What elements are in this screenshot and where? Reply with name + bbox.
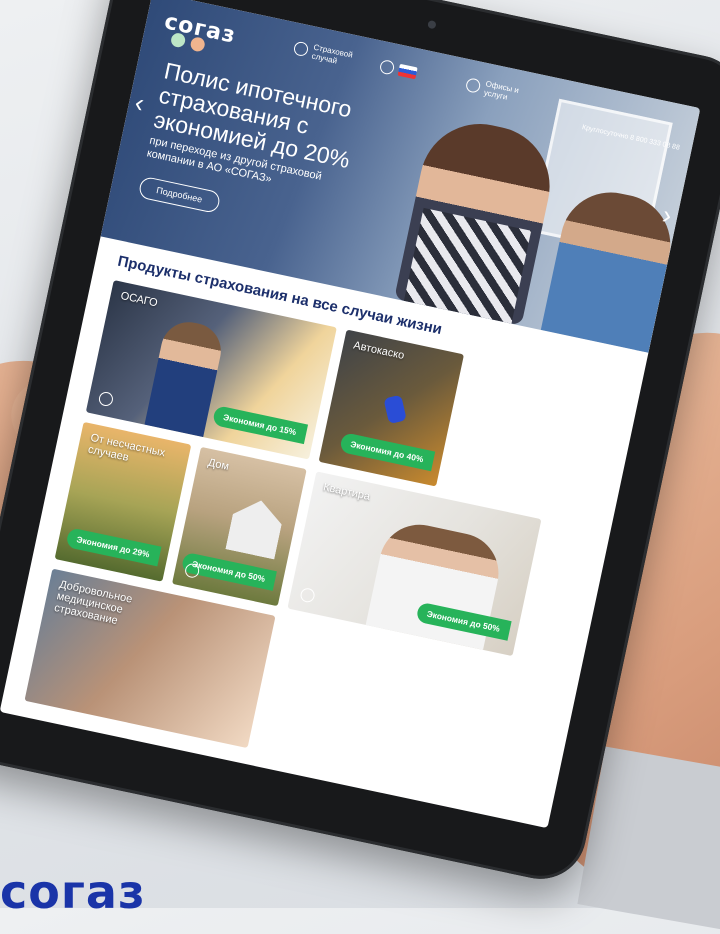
- tile-apartment[interactable]: Квартира Экономия до 50%: [287, 471, 542, 657]
- play-icon[interactable]: [97, 390, 115, 408]
- shield-icon: [292, 40, 310, 58]
- hero-next-arrow[interactable]: ›: [660, 199, 675, 231]
- footer-logo: согаз: [0, 865, 146, 919]
- tile-home[interactable]: Дом Экономия до 50%: [171, 446, 307, 607]
- play-icon[interactable]: [299, 586, 316, 604]
- car-image: [383, 394, 407, 425]
- tile-label: Автокаско: [352, 339, 406, 362]
- flag-icon: [397, 63, 418, 80]
- tile-label: Квартира: [322, 481, 372, 503]
- hero-woman: [394, 112, 561, 326]
- tile-label: Добровольное медицинское страхование: [53, 578, 134, 628]
- tile-autokasko[interactable]: Автокаско Экономия до 40%: [318, 329, 465, 487]
- globe-icon: [378, 58, 396, 76]
- tile-label: Дом: [206, 456, 231, 473]
- discount-badge: Экономия до 29%: [64, 527, 162, 567]
- tile-accident[interactable]: От несчастных случаев Экономия до 29%: [54, 421, 192, 582]
- more-button[interactable]: Подробнее: [137, 175, 222, 214]
- nav-insurance-case[interactable]: Страховой случай: [292, 39, 364, 71]
- house-image: [225, 495, 285, 559]
- discount-badge: Экономия до 15%: [211, 404, 309, 445]
- nav-offices[interactable]: Офисы и услуги: [464, 75, 536, 107]
- discount-badge: Экономия до 40%: [338, 431, 436, 472]
- nav-label: Офисы и услуги: [483, 79, 520, 102]
- tile-label: От несчастных случаев: [86, 431, 167, 464]
- tile-label: ОСАГО: [119, 289, 159, 310]
- nav-label: Страховой случай: [310, 42, 354, 66]
- nav-language[interactable]: [378, 57, 450, 89]
- hero-prev-arrow[interactable]: ‹: [132, 87, 147, 119]
- location-icon: [464, 77, 482, 94]
- orange-dot: [189, 36, 206, 53]
- green-dot: [169, 31, 187, 49]
